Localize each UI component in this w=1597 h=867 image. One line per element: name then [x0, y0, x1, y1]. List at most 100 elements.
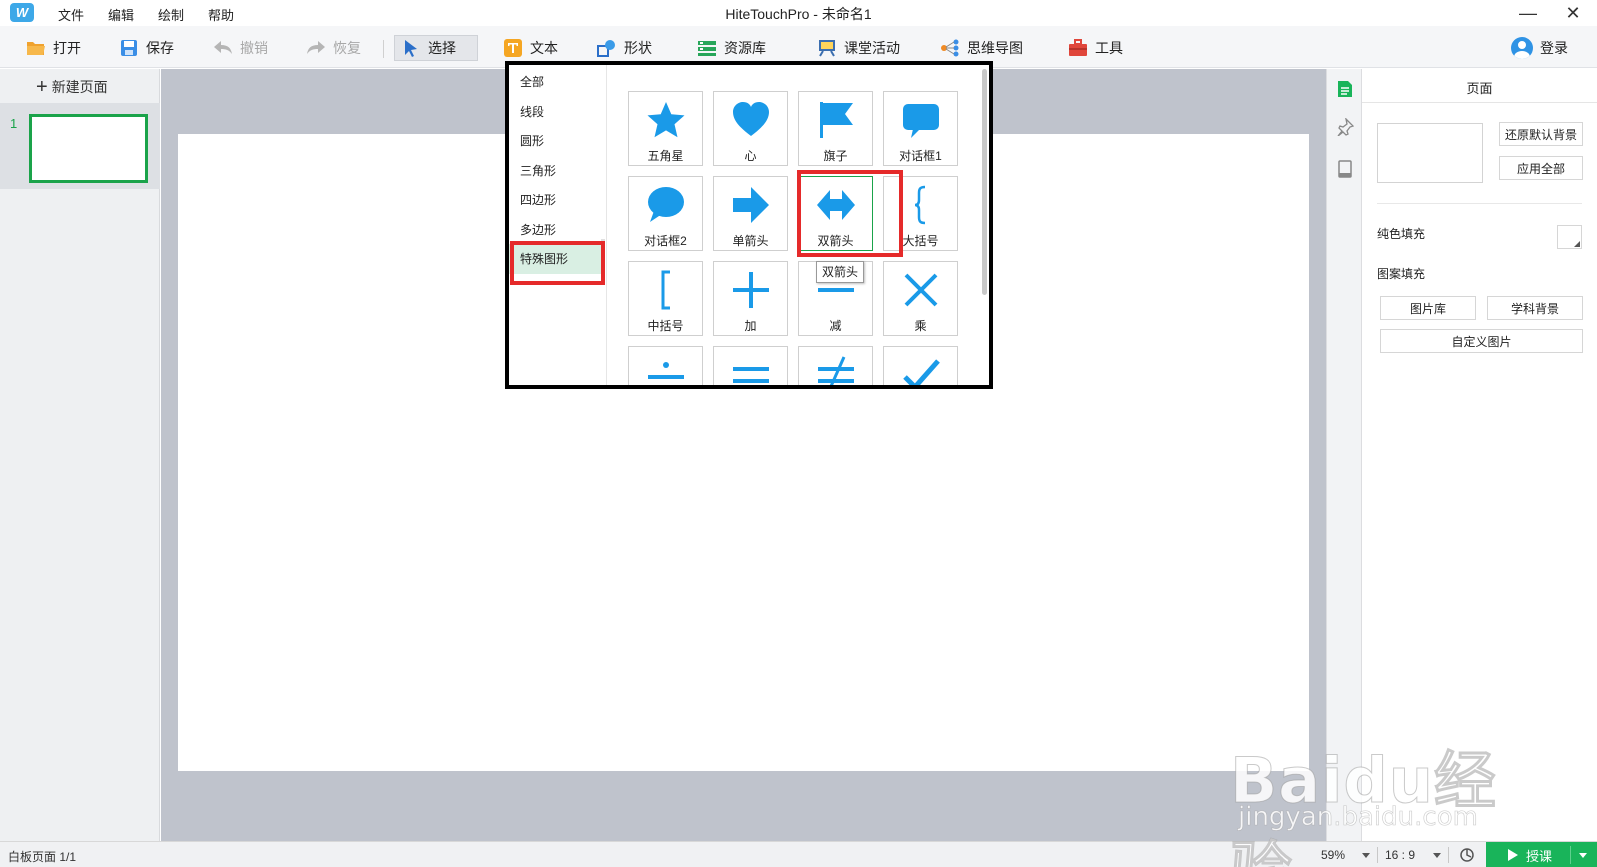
- shape-heart[interactable]: 心: [713, 91, 788, 166]
- plus-icon: [733, 272, 769, 308]
- shape-dialog-2[interactable]: 对话框2: [628, 176, 703, 251]
- undo-button[interactable]: 撤销: [207, 35, 274, 61]
- redo-button[interactable]: 恢复: [300, 35, 367, 61]
- select-tool-button[interactable]: 选择: [394, 35, 478, 61]
- new-page-button[interactable]: + 新建页面: [36, 77, 108, 97]
- menu-edit[interactable]: 编辑: [108, 5, 134, 24]
- new-page-label: 新建页面: [51, 79, 108, 95]
- minimize-button[interactable]: —: [1513, 1, 1543, 25]
- gallery-button[interactable]: 图片库: [1380, 296, 1476, 320]
- category-lines[interactable]: 线段: [509, 97, 601, 127]
- text-label: 文本: [530, 40, 558, 56]
- page-list-item[interactable]: 1: [0, 103, 160, 189]
- category-all[interactable]: 全部: [509, 67, 601, 97]
- page-properties-panel: 页面 还原默认背景 应用全部 纯色填充 图案填充 图片库 学科背景 自定义图片: [1362, 69, 1597, 841]
- category-triangles[interactable]: 三角形: [509, 156, 601, 186]
- pages-panel: + 新建页面 1: [0, 69, 160, 841]
- user-avatar-icon: [1511, 37, 1533, 59]
- status-bar: 白板页面 1/1 59% 16 : 9 授课: [0, 841, 1597, 867]
- curly-brace-icon: [914, 185, 926, 225]
- category-scrollbar[interactable]: [601, 239, 605, 269]
- tools-button[interactable]: 工具: [1062, 35, 1129, 61]
- solid-fill-label: 纯色填充: [1377, 227, 1426, 241]
- shape-curly-brace[interactable]: 大括号: [883, 176, 958, 251]
- shape-label: 乘: [914, 319, 927, 333]
- page-settings-icon[interactable]: [1335, 79, 1355, 99]
- flag-icon: [820, 102, 853, 138]
- speech-bubble-rect-icon: [903, 104, 939, 138]
- zoom-dropdown-icon[interactable]: [1362, 853, 1370, 858]
- ratio-dropdown-icon[interactable]: [1433, 853, 1441, 858]
- restore-default-bg-button[interactable]: 还原默认背景: [1499, 122, 1583, 146]
- zoom-level[interactable]: 59%: [1321, 848, 1345, 862]
- text-tool-button[interactable]: 文本: [497, 35, 564, 61]
- shape-dialog-1[interactable]: 对话框1: [883, 91, 958, 166]
- apply-all-button[interactable]: 应用全部: [1499, 156, 1583, 180]
- shape-divide[interactable]: [628, 346, 703, 385]
- pin-icon[interactable]: [1335, 117, 1355, 137]
- shape-label: 心: [744, 149, 757, 163]
- plus-icon: +: [36, 76, 48, 98]
- subject-bg-button[interactable]: 学科背景: [1487, 296, 1583, 320]
- panel-title: 页面: [1466, 81, 1493, 96]
- menu-draw[interactable]: 绘制: [158, 5, 184, 24]
- shape-label: 单箭头: [732, 234, 769, 248]
- category-circles[interactable]: 圆形: [509, 126, 601, 156]
- title-bar: W 文件 编辑 绘制 帮助 HiteTouchPro - 未命名1 — ✕: [0, 0, 1597, 26]
- shape-label: 形状: [624, 40, 652, 56]
- class-activity-button[interactable]: 课堂活动: [811, 35, 906, 61]
- shape-times[interactable]: 乘: [883, 261, 958, 336]
- shape-label: 对话框1: [899, 149, 942, 163]
- shape-plus[interactable]: 加: [713, 261, 788, 336]
- shapes-popup: 全部 线段 圆形 三角形 四边形 多边形 特殊图形 五角星 心 旗子 对话框1 …: [505, 61, 993, 389]
- page-thumbnail[interactable]: [29, 114, 148, 183]
- redo-label: 恢复: [333, 40, 361, 56]
- mindmap-button[interactable]: 思维导图: [934, 35, 1029, 61]
- window-title: HiteTouchPro - 未命名1: [725, 6, 872, 22]
- classroom-board-icon: [817, 38, 837, 58]
- shape-grid-scrollbar[interactable]: [982, 69, 987, 295]
- shape-label: 加: [744, 319, 757, 333]
- resources-button[interactable]: 资源库: [691, 35, 772, 61]
- shape-flag[interactable]: 旗子: [798, 91, 873, 166]
- save-button[interactable]: 保存: [113, 35, 180, 61]
- teach-dropdown-icon[interactable]: [1579, 853, 1587, 858]
- category-polygons[interactable]: 多边形: [509, 215, 601, 245]
- select-label: 选择: [428, 40, 456, 56]
- tools-label: 工具: [1095, 40, 1123, 56]
- fill-color-picker[interactable]: [1557, 225, 1582, 249]
- menu-help[interactable]: 帮助: [208, 5, 234, 24]
- shape-equals[interactable]: [713, 346, 788, 385]
- shape-double-arrow[interactable]: 双箭头: [798, 176, 873, 251]
- shape-star[interactable]: 五角星: [628, 91, 703, 166]
- category-special-shapes[interactable]: 特殊图形: [509, 244, 601, 274]
- start-teaching-button[interactable]: 授课: [1486, 842, 1597, 867]
- category-quadrilaterals[interactable]: 四边形: [509, 185, 601, 215]
- undo-label: 撤销: [240, 40, 268, 56]
- shape-not-equal[interactable]: [798, 346, 873, 385]
- app-logo-icon: W: [10, 3, 34, 22]
- shape-square-bracket[interactable]: 中括号: [628, 261, 703, 336]
- menu-file[interactable]: 文件: [58, 5, 84, 24]
- pattern-fill-label: 图案填充: [1377, 267, 1426, 281]
- shape-label: 中括号: [647, 319, 684, 333]
- page-info: 白板页面 1/1: [8, 850, 77, 864]
- right-icon-strip: [1326, 69, 1362, 841]
- open-button[interactable]: 打开: [20, 35, 87, 61]
- equals-icon: [733, 367, 769, 383]
- custom-image-button[interactable]: 自定义图片: [1380, 329, 1583, 353]
- shape-single-arrow[interactable]: 单箭头: [713, 176, 788, 251]
- login-button[interactable]: 登录: [1505, 35, 1574, 61]
- shape-tool-button[interactable]: 形状: [591, 35, 658, 61]
- sync-icon[interactable]: [1458, 846, 1476, 864]
- mindmap-label: 思维导图: [967, 40, 1023, 56]
- times-icon: [904, 273, 938, 307]
- heart-icon: [733, 102, 769, 136]
- book-icon[interactable]: [1335, 159, 1355, 179]
- shape-check[interactable]: [883, 346, 958, 385]
- aspect-ratio[interactable]: 16 : 9: [1385, 848, 1415, 862]
- square-bracket-icon: [661, 270, 670, 310]
- shape-category-list: 全部 线段 圆形 三角形 四边形 多边形 特殊图形: [509, 65, 607, 385]
- close-button[interactable]: ✕: [1558, 1, 1588, 25]
- undo-arrow-icon: [213, 38, 233, 58]
